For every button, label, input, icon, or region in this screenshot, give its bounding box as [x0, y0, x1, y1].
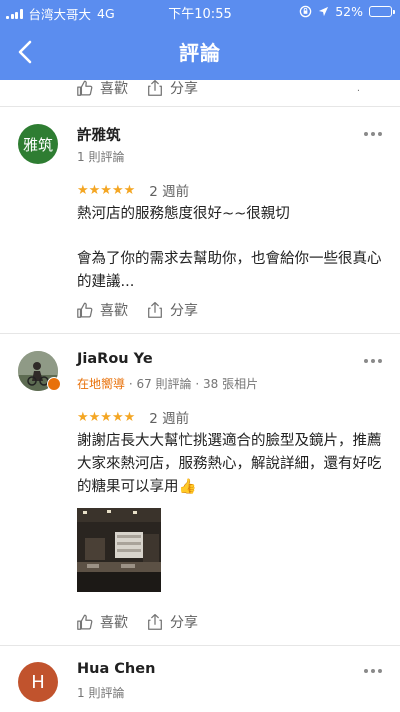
review-text: 謝謝店長大大幫忙挑選適合的臉型及鏡片，推薦大家來熱河店，服務熱心，解說詳細，還有… — [77, 433, 382, 495]
battery-icon — [369, 6, 395, 17]
share-label: 分享 — [170, 615, 198, 631]
local-guide-label: 在地嚮導 — [77, 377, 126, 391]
like-label: 喜歡 — [100, 81, 128, 97]
review-text: 熱河店的服務態度很好~~很親切 — [77, 206, 290, 222]
location-icon — [319, 6, 329, 17]
review-text-more[interactable]: 會為了你的需求去幫助你，也會給你一些很真心的建議... — [77, 248, 389, 294]
orientation-lock-icon — [299, 5, 312, 18]
like-button[interactable]: 喜歡 — [76, 612, 128, 632]
more-dot-icon — [371, 359, 375, 363]
page-title: 評論 — [179, 41, 221, 65]
app-bar: 評論 — [0, 24, 400, 80]
separator-dot: · — [356, 86, 360, 97]
like-button[interactable]: 喜歡 — [76, 300, 128, 320]
share-button[interactable]: 分享 — [146, 300, 198, 320]
review-photo[interactable] — [77, 508, 161, 592]
share-icon — [148, 79, 162, 96]
thumb-up-icon — [77, 302, 93, 318]
reviewer-name[interactable]: Hua Chen — [77, 661, 155, 677]
review-count: 1 則評論 — [77, 150, 125, 164]
more-dot-icon — [378, 132, 382, 136]
thumb-up-icon — [77, 614, 93, 630]
review-count: · 67 則評論 · 38 張相片 — [125, 377, 259, 391]
more-dot-icon — [371, 669, 375, 673]
share-icon — [148, 301, 162, 318]
more-options-button[interactable] — [364, 667, 384, 675]
review-card: JiaRou Ye 在地嚮導 · 67 則評論 · 38 張相片 ★★★★★ 2… — [0, 335, 400, 646]
status-bar: 台湾大哥大 4G 下午10:55 52% — [0, 0, 400, 24]
review-count: 1 則評論 — [77, 686, 125, 700]
share-label: 分享 — [170, 81, 198, 97]
battery-percent: 52% — [335, 4, 363, 19]
star-rating: ★★★★★ — [77, 409, 136, 425]
reviewer-name[interactable]: JiaRou Ye — [77, 351, 153, 367]
share-icon — [148, 613, 162, 630]
store-interior-photo — [77, 508, 161, 592]
top-bar: 台湾大哥大 4G 下午10:55 52% 評論 — [0, 0, 400, 80]
star-rating: ★★★★★ — [77, 182, 136, 198]
more-options-button[interactable] — [364, 130, 384, 138]
more-options-button[interactable] — [364, 357, 384, 365]
review-date: 2 週前 — [149, 411, 190, 427]
previous-review-actions: 喜歡 分享 · — [0, 78, 400, 107]
review-date: 2 週前 — [149, 184, 190, 200]
review-card: H Hua Chen 1 則評論 — [0, 647, 400, 712]
more-dot-icon — [364, 669, 368, 673]
local-guide-badge-icon — [47, 377, 61, 391]
avatar[interactable]: H — [18, 662, 58, 702]
avatar[interactable]: 雅筑 — [18, 124, 58, 164]
share-button[interactable]: 分享 — [146, 78, 198, 98]
reviewer-name[interactable]: 許雅筑 — [77, 124, 121, 145]
like-label: 喜歡 — [100, 615, 128, 631]
like-button[interactable]: 喜歡 — [76, 78, 128, 98]
more-dot-icon — [371, 132, 375, 136]
more-dot-icon — [364, 359, 368, 363]
more-dot-icon — [378, 669, 382, 673]
more-dot-icon — [378, 359, 382, 363]
like-label: 喜歡 — [100, 303, 128, 319]
share-button[interactable]: 分享 — [146, 612, 198, 632]
more-dot-icon — [364, 132, 368, 136]
thumb-up-icon — [77, 80, 93, 96]
review-card: 雅筑 許雅筑 1 則評論 ★★★★★ 2 週前 熱河店的服務態度很好~~很親切 … — [0, 108, 400, 334]
share-label: 分享 — [170, 303, 198, 319]
